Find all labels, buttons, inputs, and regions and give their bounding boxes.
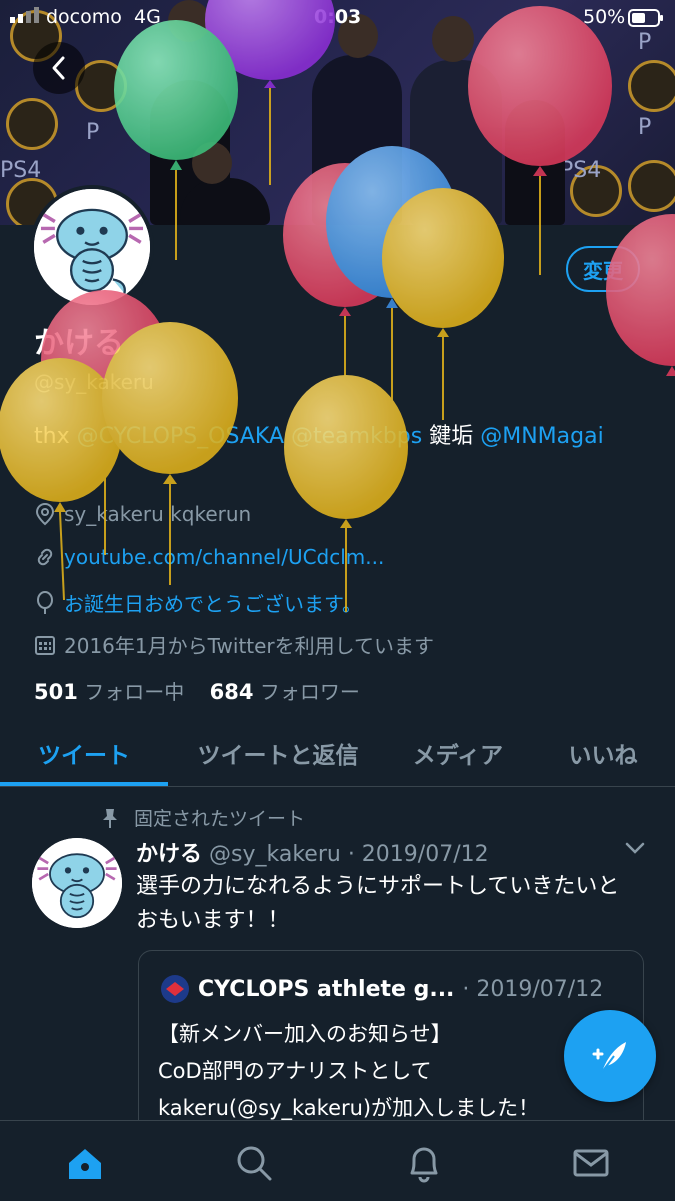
quoted-tweet-header: CYCLOPS athlete g... · 2019/07/12	[160, 974, 603, 1004]
profile-website[interactable]: youtube.com/channel/UCdclm...	[34, 545, 384, 569]
bio-text: thx	[34, 424, 77, 449]
nav-messages[interactable]	[567, 1139, 615, 1187]
banner-ps-mark: PS4	[0, 158, 42, 183]
clock: 0:03	[314, 6, 362, 28]
banner-person-head	[192, 142, 232, 184]
tweet-author-avatar[interactable]	[32, 838, 122, 928]
profile-location: sy_kakeru kqkerun	[34, 502, 251, 526]
battery-percent: 50%	[583, 6, 626, 28]
joined-text: 2016年1月からTwitterを利用しています	[64, 634, 435, 658]
bio-mention-link[interactable]: @MNMagai	[480, 424, 603, 449]
tweet-menu-button[interactable]	[624, 840, 646, 860]
banner-person-head	[168, 0, 210, 42]
birthday-text: お誕生日おめでとうございます。	[64, 592, 362, 616]
tweet-author-handle: @sy_kakeru	[209, 842, 341, 867]
balloon-icon	[37, 590, 53, 614]
balloon-yellow	[284, 375, 408, 612]
team-logo-icon	[161, 975, 189, 1003]
quoted-line: 【新メンバー加入のお知らせ】	[158, 1022, 452, 1046]
bottom-navigation	[0, 1120, 675, 1201]
wooper-avatar-icon	[32, 838, 122, 928]
calendar-icon	[35, 635, 55, 655]
tweet-author-name[interactable]: かける	[136, 842, 202, 867]
banner-person-head	[432, 16, 474, 62]
pin-icon	[103, 808, 117, 828]
profile-avatar[interactable]	[30, 185, 154, 309]
banner-logo	[6, 98, 58, 150]
profile-bio: thx @CYCLOPS_OSAKA @teamkbps 鍵垢 @MNMagai	[34, 420, 634, 454]
website-link[interactable]: youtube.com/channel/UCdclm...	[64, 545, 384, 569]
profile-tabs: ツイート ツイートと返信 メディア いいね	[0, 722, 675, 787]
search-icon	[237, 1146, 272, 1181]
pinned-label: 固定されたツイート	[134, 808, 306, 830]
pinned-indicator: 固定されたツイート	[100, 804, 305, 831]
banner-ps-mark: PS4	[560, 158, 602, 183]
nav-search[interactable]	[230, 1139, 278, 1187]
compose-tweet-button[interactable]	[564, 1010, 656, 1102]
active-tab-indicator	[0, 782, 168, 786]
network-label: 4G	[134, 6, 161, 28]
chevron-down-icon	[625, 842, 645, 854]
back-button[interactable]	[33, 42, 85, 94]
profile-joined: 2016年1月からTwitterを利用しています	[34, 630, 434, 659]
quoted-tweet-text: 【新メンバー加入のお知らせ】 CoD部門のアナリストとして kakeru(@sy…	[158, 1016, 618, 1127]
tweet-text: 選手の力になれるようにサポートしていきたいとおもいます！！	[136, 874, 620, 933]
edit-profile-button[interactable]: 変更	[566, 246, 640, 292]
nav-notifications[interactable]	[400, 1139, 448, 1187]
banner-person	[505, 100, 565, 225]
compose-feather-icon	[592, 1042, 626, 1073]
location-pin-icon	[35, 502, 55, 526]
tab-media[interactable]: メディア	[388, 722, 528, 784]
tab-likes[interactable]: いいね	[538, 722, 668, 784]
followers-link[interactable]: 684 フォロワー	[210, 680, 360, 704]
battery-icon	[628, 9, 664, 31]
bio-mention-link[interactable]: @teamkbps	[291, 424, 422, 449]
banner-ps-mark: P	[86, 120, 100, 145]
banner-person	[312, 55, 402, 225]
bio-text: 鍵垢	[422, 424, 481, 449]
mail-icon	[573, 1149, 609, 1177]
location-text: sy_kakeru kqkerun	[64, 502, 252, 526]
banner-logo	[628, 160, 675, 212]
tab-tweets-and-replies[interactable]: ツイートと返信	[178, 722, 378, 784]
tab-tweets[interactable]: ツイート	[0, 722, 168, 784]
wooper-avatar-icon	[34, 189, 150, 305]
signal-strength-icon	[10, 6, 44, 28]
tweet-date: · 2019/07/12	[347, 842, 489, 867]
follow-counts: 501 フォロー中 684 フォロワー	[34, 676, 360, 705]
tweet-header: かける @sy_kakeru · 2019/07/12	[136, 836, 489, 868]
following-link[interactable]: 501 フォロー中	[34, 680, 184, 704]
nav-home[interactable]	[61, 1139, 109, 1187]
balloon-red	[606, 214, 675, 376]
banner-person	[410, 60, 502, 225]
profile-handle: @sy_kakeru	[34, 370, 154, 394]
quoted-line: CoD部門のアナリストとして	[158, 1059, 432, 1083]
quoted-author-name: CYCLOPS athlete g...	[198, 976, 455, 1002]
home-icon	[69, 1149, 101, 1179]
banner-logo	[628, 60, 675, 112]
chevron-left-icon	[52, 56, 65, 80]
quoted-date: · 2019/07/12	[462, 976, 604, 1002]
carrier-label: docomo	[46, 6, 122, 28]
banner-ps-mark: P	[638, 115, 652, 140]
bell-icon	[410, 1147, 438, 1183]
profile-birthday: お誕生日おめでとうございます。	[34, 588, 362, 617]
banner-ps-mark: P	[638, 30, 652, 55]
bio-mention-link[interactable]: @CYCLOPS_OSAKA	[77, 424, 284, 449]
link-icon	[37, 548, 53, 566]
profile-name: かける	[34, 326, 124, 361]
